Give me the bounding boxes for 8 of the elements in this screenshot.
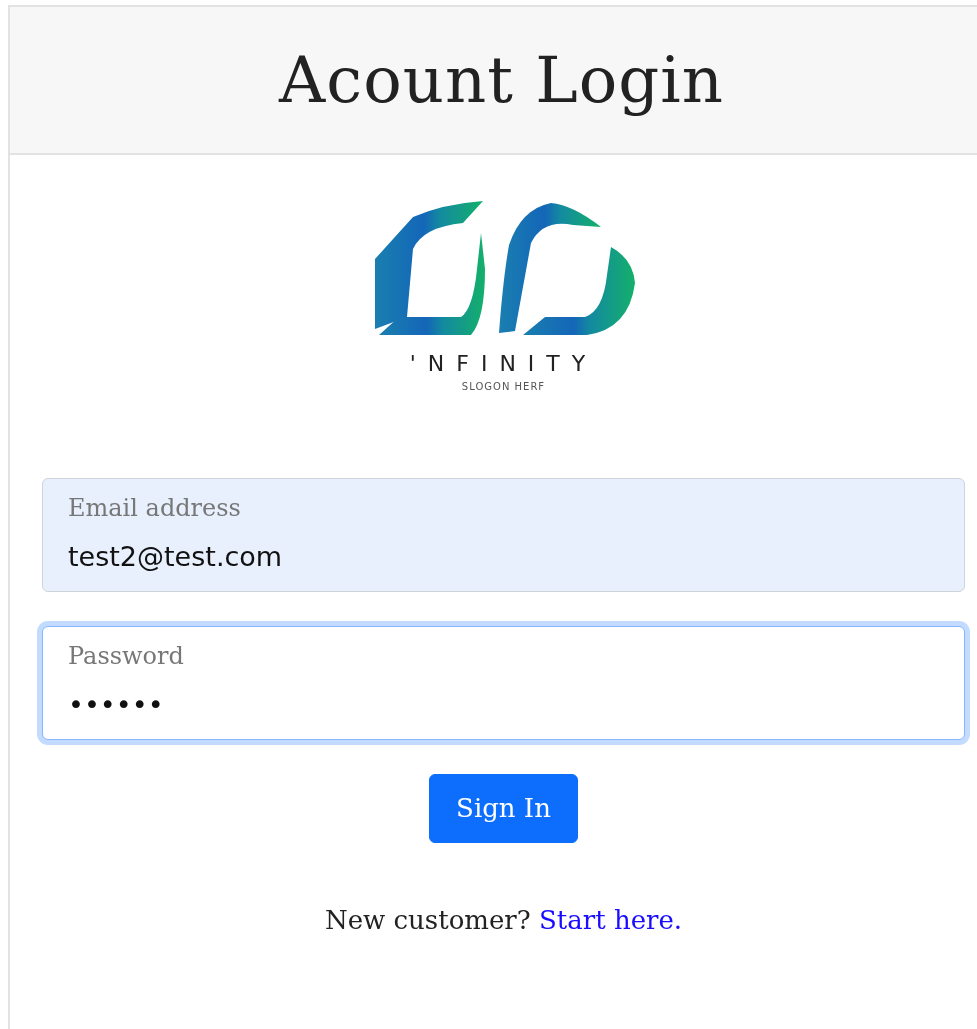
page-title: Acount Login — [279, 41, 724, 119]
sign-in-button[interactable]: Sign In — [429, 774, 578, 843]
logo-slogan: SLOGON HERF — [461, 380, 546, 394]
floating-label: Email address — [68, 494, 241, 523]
start-here-link[interactable]: Start here. — [539, 905, 683, 935]
logo-text: 'NFINITY — [409, 353, 598, 375]
floating-label: Password — [68, 642, 184, 671]
signup-prompt: New customer? Start here. — [323, 904, 684, 937]
